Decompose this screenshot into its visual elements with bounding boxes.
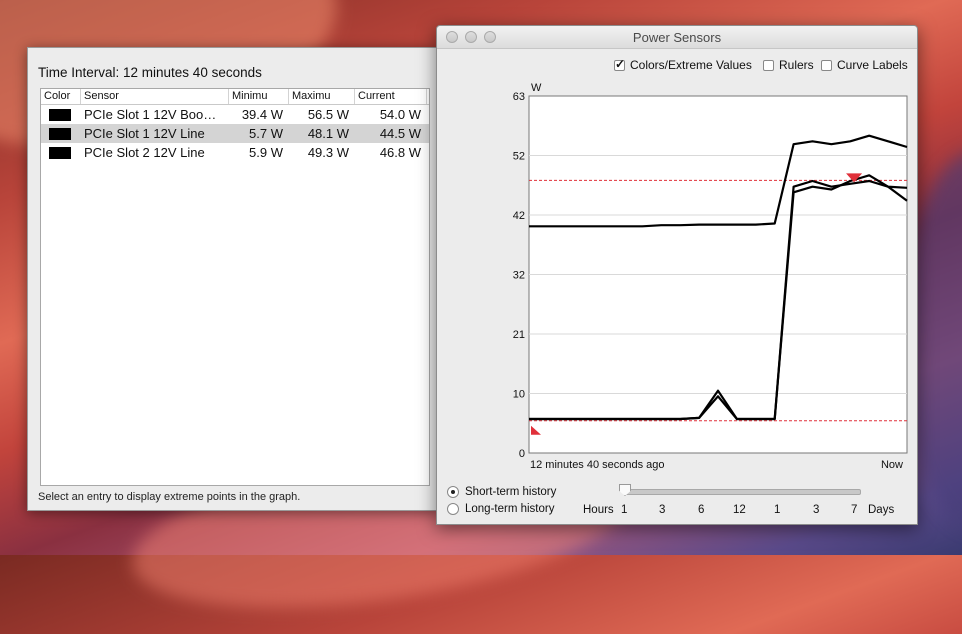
x-start-label: 12 minutes 40 seconds ago (530, 459, 665, 471)
color-swatch (49, 146, 71, 159)
x-end-label: Now (881, 459, 903, 471)
sensor-name-cell: PCIe Slot 2 12V Line (84, 145, 205, 160)
table-row[interactable]: PCIe Slot 1 12V Line 5.7 W 48.1 W 44.5 W (41, 124, 429, 143)
color-swatch-cell (41, 108, 81, 121)
sensor-table[interactable]: Color Sensor Minimu Maximu Current PCIe … (40, 88, 430, 486)
sensor-name-cell: PCIe Slot 1 12V Boo… (84, 107, 217, 122)
sensor-list-panel: Time Interval: 12 minutes 40 seconds Col… (27, 47, 437, 511)
minimum-cell: 5.9 W (249, 145, 283, 160)
scale-tick-label: 7 (851, 504, 858, 516)
scale-tick-label: 3 (659, 504, 666, 516)
current-cell: 46.8 W (379, 145, 421, 160)
y-axis-label: W (531, 82, 542, 94)
color-swatch-cell (41, 127, 81, 140)
y-tick-label: 10 (513, 389, 525, 401)
time-interval-label: Time Interval: 12 minutes 40 seconds (38, 65, 262, 80)
table-header: Color Sensor Minimu Maximu Current (41, 89, 429, 105)
radio-unselected-icon (447, 503, 459, 515)
hours-label: Hours (583, 504, 614, 516)
maximum-cell: 56.5 W (307, 107, 349, 122)
color-swatch (49, 127, 71, 140)
status-text: Select an entry to display extreme point… (38, 491, 301, 503)
y-tick-label: 21 (513, 329, 525, 341)
column-header-minimum[interactable]: Minimu (229, 89, 289, 104)
color-swatch-cell (41, 146, 81, 159)
y-tick-label: 42 (513, 210, 525, 222)
scale-tick-label: 6 (698, 504, 705, 516)
y-tick-label: 52 (513, 151, 525, 163)
column-header-color[interactable]: Color (41, 89, 81, 104)
radio-selected-icon (447, 486, 459, 498)
maximum-cell: 49.3 W (307, 145, 349, 160)
short-term-history-radio[interactable]: Short-term history (447, 486, 556, 498)
sensor-name-cell: PCIe Slot 1 12V Line (84, 126, 205, 141)
scale-tick-label: 3 (813, 504, 820, 516)
history-slider-track[interactable] (623, 489, 861, 495)
column-header-sensor[interactable]: Sensor (81, 89, 229, 104)
maximum-cell: 48.1 W (307, 126, 349, 141)
scale-tick-label: 12 (733, 504, 746, 516)
table-rows: PCIe Slot 1 12V Boo… 39.4 W 56.5 W 54.0 W PC… (41, 105, 429, 162)
current-cell: 44.5 W (379, 126, 421, 141)
power-chart-svg: 63 52 42 32 21 10 0 W 12 minutes 40 seconds ago N… (513, 82, 908, 471)
short-term-history-label: Short-term history (465, 486, 557, 498)
y-tick-label: 32 (513, 270, 525, 282)
column-header-maximum[interactable]: Maximu (289, 89, 355, 104)
long-term-history-label: Long-term history (465, 503, 555, 515)
y-tick-label: 63 (513, 91, 525, 103)
minimum-cell: 39.4 W (241, 107, 283, 122)
power-sensors-window: Power Sensors Colors/Extreme Values Rule… (436, 25, 918, 525)
days-label: Days (868, 504, 895, 516)
current-cell: 54.0 W (379, 107, 421, 122)
color-swatch (49, 108, 71, 121)
scale-tick-label: 1 (621, 504, 628, 516)
table-row[interactable]: PCIe Slot 1 12V Boo… 39.4 W 56.5 W 54.0 W (41, 105, 429, 124)
minimum-cell: 5.7 W (249, 126, 283, 141)
y-tick-label: 0 (519, 448, 525, 460)
table-row[interactable]: PCIe Slot 2 12V Line 5.9 W 49.3 W 46.8 W (41, 143, 429, 162)
column-header-current[interactable]: Current (355, 89, 427, 104)
long-term-history-radio[interactable]: Long-term history (447, 503, 554, 515)
scale-tick-label: 1 (774, 504, 781, 516)
